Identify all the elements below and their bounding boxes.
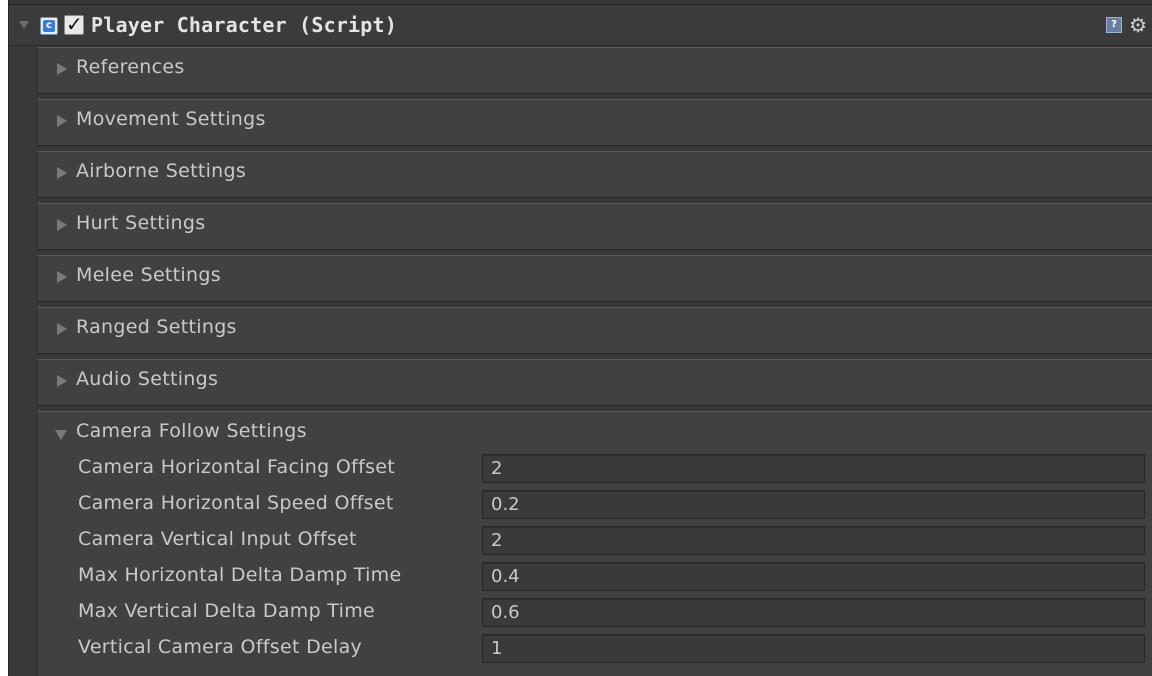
section-label: Melee Settings xyxy=(76,264,221,286)
chevron-right-icon xyxy=(57,167,67,179)
section-references[interactable]: References xyxy=(37,47,1152,94)
help-icon[interactable]: ? xyxy=(1106,17,1122,33)
field-row-max-horizontal-delta-damp-time: Max Horizontal Delta Damp Time 0.4 xyxy=(38,560,1152,591)
chevron-right-icon xyxy=(57,375,67,387)
camera-horizontal-speed-offset-field[interactable]: 0.2 xyxy=(482,490,1145,519)
max-horizontal-delta-damp-time-field[interactable]: 0.4 xyxy=(482,562,1145,591)
field-row-camera-horizontal-speed-offset: Camera Horizontal Speed Offset 0.2 xyxy=(38,488,1152,519)
check-icon: ✓ xyxy=(66,12,83,36)
section-label: Movement Settings xyxy=(76,108,266,130)
chevron-down-icon[interactable] xyxy=(19,21,29,29)
gear-icon[interactable]: ⚙ xyxy=(1129,13,1147,37)
field-label: Max Vertical Delta Damp Time xyxy=(78,600,375,622)
section-label: Hurt Settings xyxy=(76,212,206,234)
component-header[interactable]: ✓ Player Character (Script) ? ⚙ xyxy=(9,4,1152,46)
section-melee-settings[interactable]: Melee Settings xyxy=(37,255,1152,302)
section-label: Airborne Settings xyxy=(76,160,247,182)
enabled-checkbox[interactable]: ✓ xyxy=(64,12,84,36)
chevron-right-icon xyxy=(57,271,67,283)
section-movement-settings[interactable]: Movement Settings xyxy=(37,99,1152,146)
field-label: Max Horizontal Delta Damp Time xyxy=(78,564,402,586)
camera-vertical-input-offset-field[interactable]: 2 xyxy=(482,526,1145,555)
chevron-right-icon xyxy=(57,115,67,127)
field-row-camera-vertical-input-offset: Camera Vertical Input Offset 2 xyxy=(38,524,1152,555)
vertical-camera-offset-delay-field[interactable]: 1 xyxy=(482,634,1145,663)
field-row-vertical-camera-offset-delay: Vertical Camera Offset Delay 1 xyxy=(38,632,1152,663)
chevron-right-icon xyxy=(57,63,67,75)
section-hurt-settings[interactable]: Hurt Settings xyxy=(37,203,1152,250)
chevron-right-icon xyxy=(57,219,67,231)
component-title: Player Character (Script) xyxy=(91,13,398,37)
section-label: Ranged Settings xyxy=(76,316,237,338)
field-label: Camera Horizontal Facing Offset xyxy=(78,456,396,478)
field-label: Camera Vertical Input Offset xyxy=(78,528,357,550)
script-icon xyxy=(40,17,58,35)
inspector-panel: ✓ Player Character (Script) ? ⚙ Referenc… xyxy=(8,0,1152,676)
section-airborne-settings[interactable]: Airborne Settings xyxy=(37,151,1152,198)
section-label: Audio Settings xyxy=(76,368,219,390)
chevron-down-icon[interactable] xyxy=(55,430,67,440)
field-row-camera-horizontal-facing-offset: Camera Horizontal Facing Offset 2 xyxy=(38,452,1152,483)
section-audio-settings[interactable]: Audio Settings xyxy=(37,359,1152,406)
section-ranged-settings[interactable]: Ranged Settings xyxy=(37,307,1152,354)
camera-horizontal-facing-offset-field[interactable]: 2 xyxy=(482,454,1145,483)
chevron-right-icon xyxy=(57,323,67,335)
section-label: References xyxy=(76,56,185,78)
field-label: Vertical Camera Offset Delay xyxy=(78,636,363,658)
section-camera-follow-settings: Camera Follow Settings Camera Horizontal… xyxy=(37,411,1152,676)
max-vertical-delta-damp-time-field[interactable]: 0.6 xyxy=(482,598,1145,627)
field-row-max-vertical-delta-damp-time: Max Vertical Delta Damp Time 0.6 xyxy=(38,596,1152,627)
section-label[interactable]: Camera Follow Settings xyxy=(76,420,307,442)
field-label: Camera Horizontal Speed Offset xyxy=(78,492,394,514)
